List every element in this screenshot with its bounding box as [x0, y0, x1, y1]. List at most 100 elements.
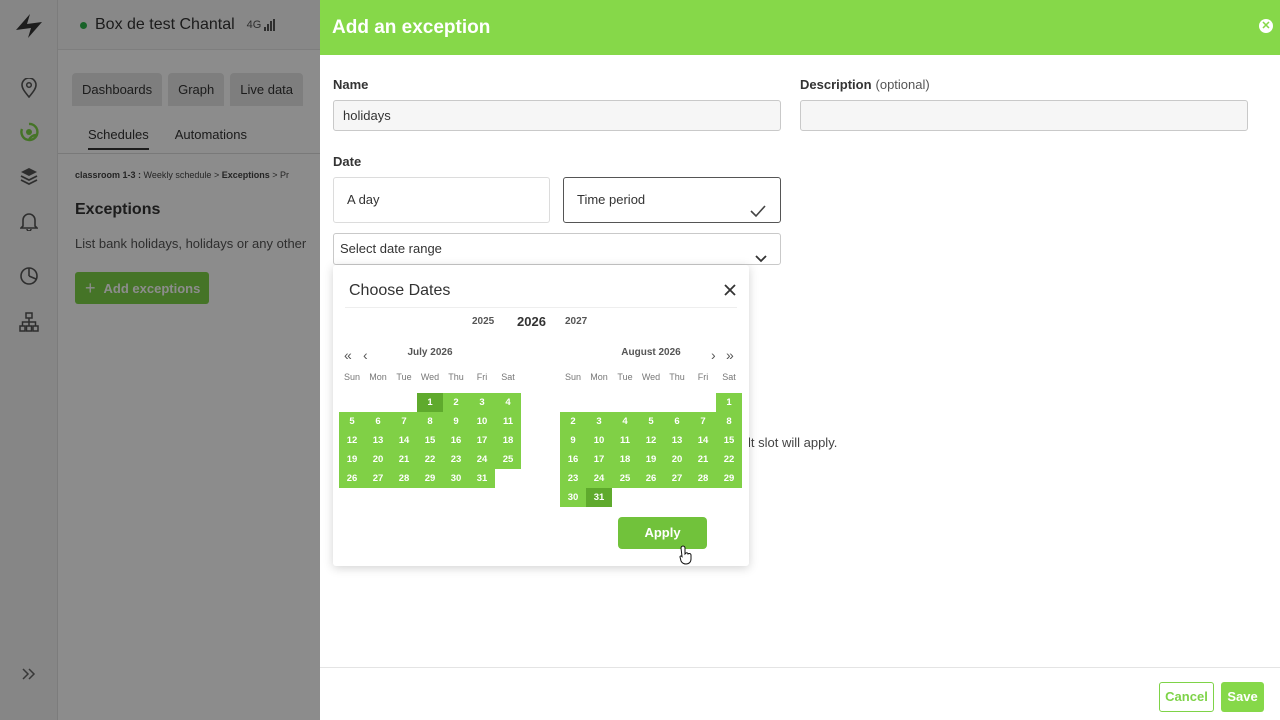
calendar-day[interactable]: 12	[638, 431, 664, 450]
calendar-day[interactable]: 25	[612, 469, 638, 488]
calendar-day[interactable]: 13	[664, 431, 690, 450]
description-label: Description (optional)	[800, 77, 930, 92]
calendar-day[interactable]: 8	[417, 412, 443, 431]
cancel-button[interactable]: Cancel	[1159, 682, 1214, 712]
calendar-day[interactable]: 24	[469, 450, 495, 469]
calendar-day[interactable]: 10	[469, 412, 495, 431]
calendar-day[interactable]: 30	[443, 469, 469, 488]
apply-button[interactable]: Apply	[618, 517, 707, 549]
calendar-day[interactable]: 17	[469, 431, 495, 450]
calendar-day[interactable]: 7	[391, 412, 417, 431]
calendar-day[interactable]: 17	[586, 450, 612, 469]
calendar-day[interactable]: 6	[664, 412, 690, 431]
calendar-day[interactable]: 16	[560, 450, 586, 469]
calendar-day[interactable]: 4	[612, 412, 638, 431]
calendar-day[interactable]: 5	[638, 412, 664, 431]
optional-hint: (optional)	[875, 77, 930, 92]
calendar-day[interactable]: 22	[417, 450, 443, 469]
month-title-august: August 2026	[621, 347, 681, 358]
calendar-day[interactable]: 6	[365, 412, 391, 431]
calendar-day-range-edge[interactable]: 1	[417, 393, 443, 412]
close-icon[interactable]: ✕	[1259, 19, 1273, 33]
empty-cell	[664, 393, 690, 412]
weekday-label: Wed	[420, 372, 440, 382]
calendar-day[interactable]: 23	[443, 450, 469, 469]
calendar-day[interactable]: 13	[365, 431, 391, 450]
month-title-july: July 2026	[407, 347, 453, 358]
calendar-day[interactable]: 26	[339, 469, 365, 488]
modal-overlay[interactable]	[0, 0, 320, 720]
calendar-day[interactable]: 29	[716, 469, 742, 488]
empty-cell	[560, 393, 586, 412]
option-a-day-label: A day	[347, 192, 380, 207]
calendar-day[interactable]: 11	[495, 412, 521, 431]
chevron-down-icon	[755, 244, 767, 274]
calendar-day[interactable]: 29	[417, 469, 443, 488]
calendar-day[interactable]: 20	[365, 450, 391, 469]
date-range-select[interactable]: Select date range	[333, 233, 781, 265]
calendar-day[interactable]: 4	[495, 393, 521, 412]
option-a-day[interactable]: A day	[333, 177, 550, 223]
calendar-day[interactable]: 27	[365, 469, 391, 488]
year-current[interactable]: 2026	[517, 314, 546, 329]
date-label: Date	[333, 154, 362, 169]
check-icon	[750, 192, 766, 236]
calendar-day[interactable]: 8	[716, 412, 742, 431]
calendar-day[interactable]: 18	[612, 450, 638, 469]
calendar-day[interactable]: 23	[560, 469, 586, 488]
calendar-day[interactable]: 21	[391, 450, 417, 469]
weekday-label: Tue	[617, 372, 633, 382]
year-prev[interactable]: 2025	[472, 316, 494, 327]
calendar-day[interactable]: 14	[690, 431, 716, 450]
calendar-day[interactable]: 25	[495, 450, 521, 469]
calendar-day[interactable]: 26	[638, 469, 664, 488]
name-label: Name	[333, 77, 369, 92]
calendar-day[interactable]: 28	[690, 469, 716, 488]
weekday-label: Fri	[476, 372, 488, 382]
empty-cell	[339, 393, 365, 412]
calendar-day[interactable]: 31	[469, 469, 495, 488]
calendar-day[interactable]: 9	[560, 431, 586, 450]
panel-title: Add an exception	[332, 16, 491, 38]
description-field[interactable]	[800, 100, 1248, 131]
weekday-label: Mon	[369, 372, 387, 382]
calendar-day[interactable]: 12	[339, 431, 365, 450]
calendar-day[interactable]: 5	[339, 412, 365, 431]
calendar-day[interactable]: 10	[586, 431, 612, 450]
calendar-day[interactable]: 7	[690, 412, 716, 431]
calendar-day[interactable]: 24	[586, 469, 612, 488]
calendar-day[interactable]: 30	[560, 488, 586, 507]
calendar-day[interactable]: 22	[716, 450, 742, 469]
footer-divider	[320, 667, 1280, 668]
calendar-day[interactable]: 21	[690, 450, 716, 469]
calendar-day[interactable]: 15	[716, 431, 742, 450]
calendar-day[interactable]: 19	[339, 450, 365, 469]
calendar-day[interactable]: 18	[495, 431, 521, 450]
month-grid-august: 1 2 3 4 5 6 7 8 9 10 11 12 13 14 15 16 17 18 19 20 21 22 23 24 2…	[560, 393, 742, 507]
year-next[interactable]: 2027	[565, 316, 587, 327]
calendar-day[interactable]: 3	[586, 412, 612, 431]
save-button[interactable]: Save	[1221, 682, 1264, 712]
empty-cell	[586, 393, 612, 412]
calendar-day[interactable]: 9	[443, 412, 469, 431]
calendar-day[interactable]: 20	[664, 450, 690, 469]
calendar-day[interactable]: 27	[664, 469, 690, 488]
calendar-day-range-edge[interactable]: 31	[586, 488, 612, 507]
calendar-day[interactable]: 28	[391, 469, 417, 488]
close-icon[interactable]	[723, 283, 737, 302]
calendar-day[interactable]: 1	[716, 393, 742, 412]
obscured-hint-text: lt slot will apply.	[748, 435, 838, 450]
calendar-day[interactable]: 19	[638, 450, 664, 469]
name-field[interactable]: holidays	[333, 100, 781, 131]
empty-cell	[391, 393, 417, 412]
divider	[345, 307, 737, 308]
calendar-day[interactable]: 15	[417, 431, 443, 450]
calendar-day[interactable]: 16	[443, 431, 469, 450]
option-time-period[interactable]: Time period	[563, 177, 781, 223]
calendar-day[interactable]: 14	[391, 431, 417, 450]
calendar-day[interactable]: 2	[443, 393, 469, 412]
calendar-day[interactable]: 3	[469, 393, 495, 412]
calendar-day[interactable]: 11	[612, 431, 638, 450]
calendar-day[interactable]: 2	[560, 412, 586, 431]
empty-cell	[612, 393, 638, 412]
